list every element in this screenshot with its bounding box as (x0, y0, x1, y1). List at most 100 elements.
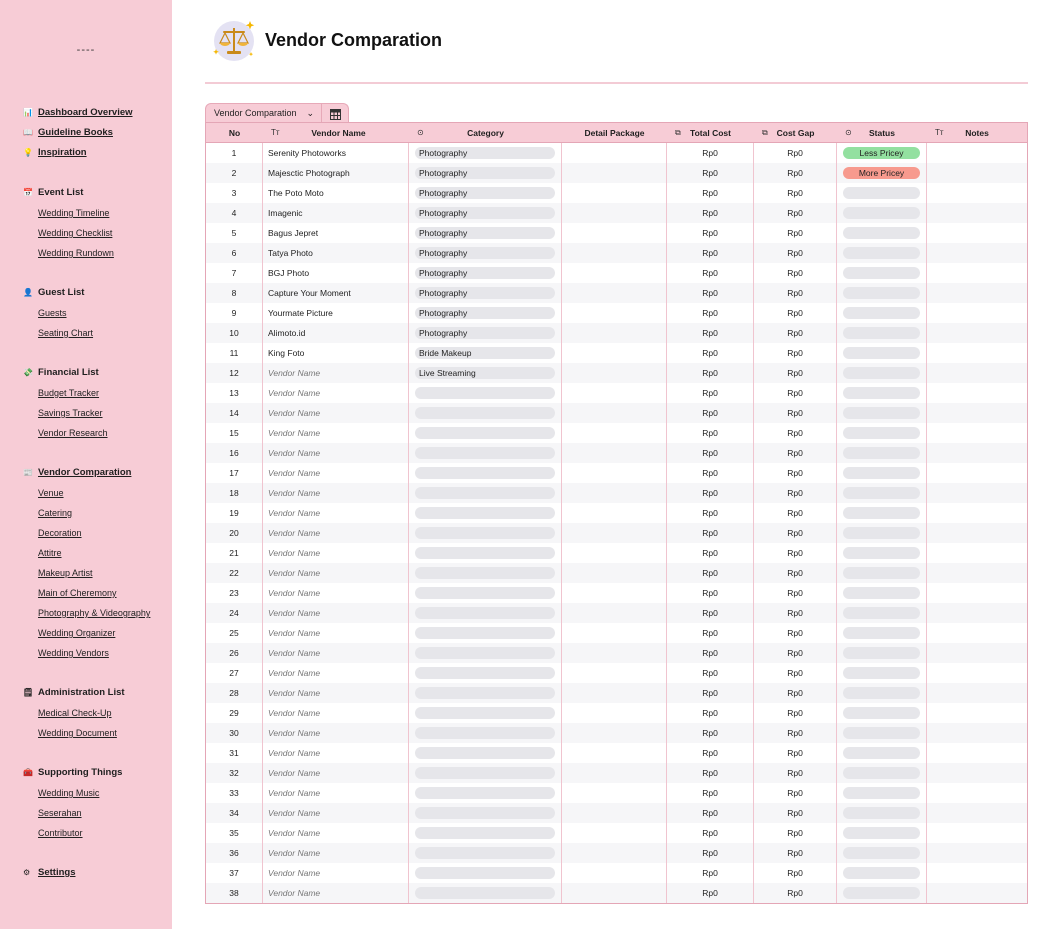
detail-package-cell[interactable] (562, 503, 667, 523)
detail-package-cell[interactable] (562, 543, 667, 563)
status-cell[interactable] (837, 523, 927, 543)
status-cell[interactable] (837, 403, 927, 423)
vendor-name-cell[interactable]: Yourmate Picture (263, 303, 409, 323)
status-cell[interactable] (837, 583, 927, 603)
vendor-name-cell[interactable]: Vendor Name (263, 543, 409, 563)
detail-package-cell[interactable] (562, 483, 667, 503)
sidebar-item-supporting-things[interactable]: 🧰 Supporting Things (0, 763, 172, 783)
detail-package-cell[interactable] (562, 403, 667, 423)
detail-package-cell[interactable] (562, 783, 667, 803)
status-cell[interactable]: Less Pricey (837, 143, 927, 163)
vendor-name-cell[interactable]: Vendor Name (263, 423, 409, 443)
status-cell[interactable] (837, 323, 927, 343)
sidebar-item-guest-list[interactable]: 👤 Guest List (0, 283, 172, 303)
notes-cell[interactable] (927, 403, 1027, 423)
notes-cell[interactable] (927, 443, 1027, 463)
sidebar-item-wedding-checklist[interactable]: Wedding Checklist (0, 223, 172, 243)
detail-package-cell[interactable] (562, 203, 667, 223)
sidebar-item-contributor[interactable]: Contributor (0, 823, 172, 843)
status-cell[interactable] (837, 343, 927, 363)
notes-cell[interactable] (927, 783, 1027, 803)
category-cell[interactable] (409, 543, 562, 563)
notes-cell[interactable] (927, 763, 1027, 783)
detail-package-cell[interactable] (562, 343, 667, 363)
vendor-name-cell[interactable]: King Foto (263, 343, 409, 363)
status-cell[interactable] (837, 283, 927, 303)
detail-package-cell[interactable] (562, 823, 667, 843)
notes-cell[interactable] (927, 303, 1027, 323)
vendor-name-cell[interactable]: Vendor Name (263, 463, 409, 483)
column-header-no[interactable]: No (206, 123, 263, 143)
category-cell[interactable]: Bride Makeup (409, 343, 562, 363)
status-cell[interactable] (837, 203, 927, 223)
detail-package-cell[interactable] (562, 243, 667, 263)
vendor-name-cell[interactable]: Vendor Name (263, 703, 409, 723)
status-cell[interactable] (837, 603, 927, 623)
status-cell[interactable] (837, 263, 927, 283)
category-cell[interactable] (409, 843, 562, 863)
sidebar-item-inspiration[interactable]: 💡 Inspiration (0, 143, 172, 163)
vendor-name-cell[interactable]: Vendor Name (263, 623, 409, 643)
sidebar-item-financial-list[interactable]: 💸 Financial List (0, 363, 172, 383)
vendor-name-cell[interactable]: The Poto Moto (263, 183, 409, 203)
sidebar-item-wedding-timeline[interactable]: Wedding Timeline (0, 203, 172, 223)
detail-package-cell[interactable] (562, 363, 667, 383)
notes-cell[interactable] (927, 263, 1027, 283)
vendor-name-cell[interactable]: Majesctiс Photograph (263, 163, 409, 183)
status-cell[interactable] (837, 363, 927, 383)
sidebar-item-vendor-comparation[interactable]: 📰 Vendor Comparation (0, 463, 172, 483)
vendor-name-cell[interactable]: Vendor Name (263, 383, 409, 403)
vendor-name-cell[interactable]: Vendor Name (263, 403, 409, 423)
notes-cell[interactable] (927, 663, 1027, 683)
detail-package-cell[interactable] (562, 603, 667, 623)
notes-cell[interactable] (927, 623, 1027, 643)
sidebar-item-medical-check-up[interactable]: Medical Check-Up (0, 703, 172, 723)
category-cell[interactable] (409, 383, 562, 403)
category-cell[interactable] (409, 583, 562, 603)
notes-cell[interactable] (927, 383, 1027, 403)
notes-cell[interactable] (927, 203, 1027, 223)
sidebar-item-seserahan[interactable]: Seserahan (0, 803, 172, 823)
status-cell[interactable] (837, 503, 927, 523)
category-cell[interactable] (409, 863, 562, 883)
sidebar-item-photography-and-videography[interactable]: Photography & Videography (0, 603, 172, 623)
detail-package-cell[interactable] (562, 223, 667, 243)
sidebar-item-makeup-artist[interactable]: Makeup Artist (0, 563, 172, 583)
notes-cell[interactable] (927, 703, 1027, 723)
sidebar-item-wedding-music[interactable]: Wedding Music (0, 783, 172, 803)
notes-cell[interactable] (927, 463, 1027, 483)
sidebar-item-decoration[interactable]: Decoration (0, 523, 172, 543)
status-cell[interactable] (837, 663, 927, 683)
vendor-name-cell[interactable]: Vendor Name (263, 503, 409, 523)
notes-cell[interactable] (927, 643, 1027, 663)
vendor-name-cell[interactable]: Vendor Name (263, 363, 409, 383)
status-cell[interactable] (837, 723, 927, 743)
notes-cell[interactable] (927, 603, 1027, 623)
status-cell[interactable] (837, 243, 927, 263)
detail-package-cell[interactable] (562, 623, 667, 643)
status-cell[interactable] (837, 383, 927, 403)
category-cell[interactable] (409, 603, 562, 623)
category-cell[interactable]: Photography (409, 183, 562, 203)
notes-cell[interactable] (927, 883, 1027, 903)
detail-package-cell[interactable] (562, 583, 667, 603)
status-cell[interactable] (837, 743, 927, 763)
sidebar-item-wedding-rundown[interactable]: Wedding Rundown (0, 243, 172, 263)
sidebar-item-wedding-vendors[interactable]: Wedding Vendors (0, 643, 172, 663)
status-cell[interactable] (837, 783, 927, 803)
category-cell[interactable] (409, 763, 562, 783)
vendor-name-cell[interactable]: Alimoto.id (263, 323, 409, 343)
detail-package-cell[interactable] (562, 443, 667, 463)
notes-cell[interactable] (927, 223, 1027, 243)
category-cell[interactable]: Photography (409, 163, 562, 183)
vendor-name-cell[interactable]: Vendor Name (263, 743, 409, 763)
vendor-name-cell[interactable]: Vendor Name (263, 863, 409, 883)
detail-package-cell[interactable] (562, 663, 667, 683)
category-cell[interactable] (409, 703, 562, 723)
sidebar-item-wedding-organizer[interactable]: Wedding Organizer (0, 623, 172, 643)
notes-cell[interactable] (927, 483, 1027, 503)
detail-package-cell[interactable] (562, 463, 667, 483)
vendor-name-cell[interactable]: Vendor Name (263, 783, 409, 803)
column-header-total-cost[interactable]: ⧉ Total Cost (667, 123, 754, 143)
status-cell[interactable] (837, 183, 927, 203)
